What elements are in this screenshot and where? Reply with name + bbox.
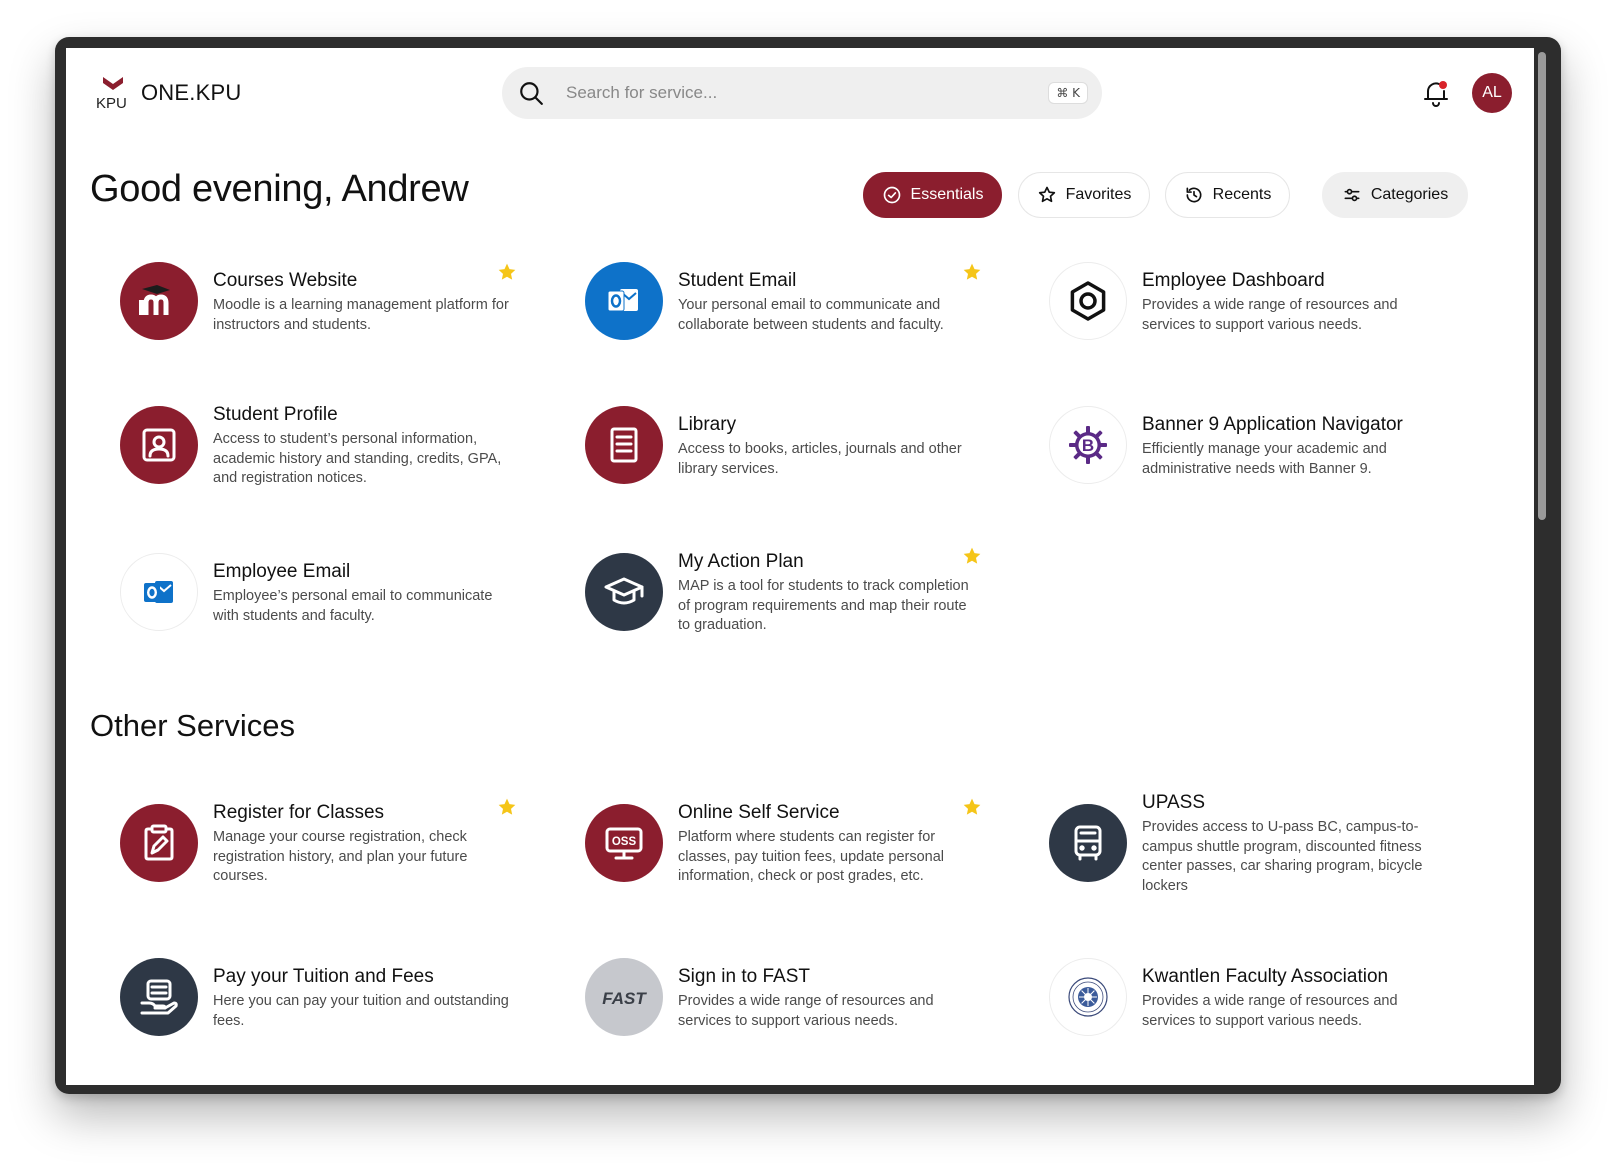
card-title: Register for Classes: [213, 802, 385, 823]
notification-bell-icon[interactable]: [1422, 78, 1450, 108]
check-circle-icon: [883, 186, 900, 204]
service-card-student-email[interactable]: Student Email Your personal email to com…: [585, 262, 1035, 342]
service-card-employee-dashboard[interactable]: Employee Dashboard Provides a wide range…: [1049, 262, 1499, 342]
card-description: Provides a wide range of resources and s…: [1142, 993, 1398, 1029]
kpu-logo-icon: KPU: [95, 75, 131, 112]
star-outline-icon: [1038, 186, 1055, 203]
card-title: Employee Dashboard: [1142, 270, 1325, 291]
history-icon: [1186, 187, 1202, 203]
favorite-star-icon[interactable]: [497, 262, 517, 282]
scrollbar-thumb[interactable]: [1538, 52, 1546, 520]
card-description: Moodle is a learning management platform…: [213, 297, 509, 333]
card-description: Manage your course registration, check r…: [213, 829, 468, 884]
card-title: My Action Plan: [678, 551, 804, 572]
card-title: Student Email: [678, 270, 797, 291]
favorite-star-icon[interactable]: [497, 797, 517, 817]
profile-icon: [120, 406, 198, 484]
app-name: ONE.KPU: [141, 80, 242, 105]
document-icon: [585, 406, 663, 484]
bus-icon: [1049, 804, 1127, 882]
outlook-icon: [585, 262, 663, 340]
search-icon: [520, 82, 543, 105]
service-card-student-profile[interactable]: Student Profile Access to student’s pers…: [120, 404, 570, 496]
card-title: Kwantlen Faculty Association: [1142, 966, 1389, 987]
service-card-courses-website[interactable]: Courses Website Moodle is a learning man…: [120, 262, 570, 342]
sliders-icon: [1344, 188, 1360, 202]
card-title: Employee Email: [213, 561, 351, 582]
filter-essentials[interactable]: Essentials: [863, 172, 1002, 218]
card-description: Efficiently manage your academic and adm…: [1142, 441, 1387, 477]
avatar-initials: AL: [1482, 84, 1502, 101]
card-description: Employee’s personal email to communicate…: [213, 588, 493, 624]
card-description: Access to books, articles, journals and …: [678, 441, 962, 477]
payment-icon: [120, 958, 198, 1036]
card-title: Online Self Service: [678, 802, 840, 823]
search-bar[interactable]: ⌘ K: [502, 67, 1102, 119]
search-shortcut-hint: ⌘ K: [1048, 82, 1088, 104]
card-description: Provides access to U-pass BC, campus-to-…: [1142, 819, 1423, 894]
graduation-cap-icon: [585, 553, 663, 631]
service-card-upass[interactable]: UPASS Provides access to U-pass BC, camp…: [1049, 792, 1499, 914]
user-avatar[interactable]: AL: [1472, 73, 1512, 113]
kpu-logo[interactable]: KPU ONE.KPU: [95, 75, 242, 112]
favorite-star-icon[interactable]: [962, 262, 982, 282]
service-card-library[interactable]: Library Access to books, articles, journ…: [585, 406, 1035, 486]
filter-favorites[interactable]: Favorites: [1018, 172, 1150, 218]
kfa-seal-icon: [1049, 958, 1127, 1036]
card-title: Banner 9 Application Navigator: [1142, 414, 1403, 435]
service-card-my-action-plan[interactable]: My Action Plan MAP is a tool for student…: [585, 547, 1035, 643]
card-title: UPASS: [1142, 792, 1206, 813]
other-services-heading: Other Services: [90, 708, 296, 743]
card-description: Here you can pay your tuition and outsta…: [213, 993, 509, 1029]
card-description: MAP is a tool for students to track comp…: [678, 578, 969, 633]
service-card-register-classes[interactable]: Register for Classes Manage your course …: [120, 798, 570, 894]
favorite-star-icon[interactable]: [962, 797, 982, 817]
svg-text:OSS: OSS: [612, 836, 637, 848]
favorite-star-icon[interactable]: [962, 546, 982, 566]
app-screen: KPU ONE.KPU ⌘ K AL Good evening, Andrew …: [66, 48, 1534, 1085]
card-title: Student Profile: [213, 404, 338, 425]
svg-text:B: B: [1082, 436, 1094, 455]
service-card-banner-9[interactable]: B Banner 9 Application Navigator Efficie…: [1049, 406, 1499, 486]
filter-label: Essentials: [910, 186, 984, 203]
service-card-pay-tuition[interactable]: Pay your Tuition and Fees Here you can p…: [120, 958, 570, 1038]
card-title: Courses Website: [213, 270, 358, 291]
filter-label: Recents: [1212, 186, 1272, 203]
svg-text:FAST: FAST: [602, 989, 647, 1008]
page-title: Good evening, Andrew: [90, 168, 469, 210]
card-description: Provides a wide range of resources and s…: [1142, 297, 1398, 333]
service-card-kfa[interactable]: Kwantlen Faculty Association Provides a …: [1049, 958, 1499, 1038]
oss-monitor-icon: OSS: [585, 804, 663, 882]
outlook-icon: [120, 553, 198, 631]
moodle-icon: [120, 262, 198, 340]
hexagon-icon: [1049, 262, 1127, 340]
fast-icon: FAST: [585, 958, 663, 1036]
search-input[interactable]: [566, 83, 1049, 103]
card-description: Your personal email to communicate and c…: [678, 297, 944, 333]
clipboard-icon: [120, 804, 198, 882]
filter-recents[interactable]: Recents: [1165, 172, 1290, 218]
filter-label: Categories: [1370, 186, 1449, 203]
filter-label: Favorites: [1065, 186, 1132, 203]
card-description: Access to student’s personal information…: [213, 431, 502, 486]
service-card-employee-email[interactable]: Employee Email Employee’s personal email…: [120, 553, 570, 633]
card-description: Provides a wide range of resources and s…: [678, 993, 934, 1029]
svg-text:KPU: KPU: [96, 95, 127, 111]
card-title: Sign in to FAST: [678, 966, 811, 987]
card-title: Pay your Tuition and Fees: [213, 966, 434, 987]
service-card-online-self-service[interactable]: OSS Online Self Service Platform where s…: [585, 798, 1035, 894]
filter-categories[interactable]: Categories: [1322, 172, 1468, 218]
banner-icon: B: [1049, 406, 1127, 484]
card-description: Platform where students can register for…: [678, 829, 944, 884]
service-card-fast[interactable]: FAST Sign in to FAST Provides a wide ran…: [585, 958, 1035, 1038]
card-title: Library: [678, 414, 737, 435]
